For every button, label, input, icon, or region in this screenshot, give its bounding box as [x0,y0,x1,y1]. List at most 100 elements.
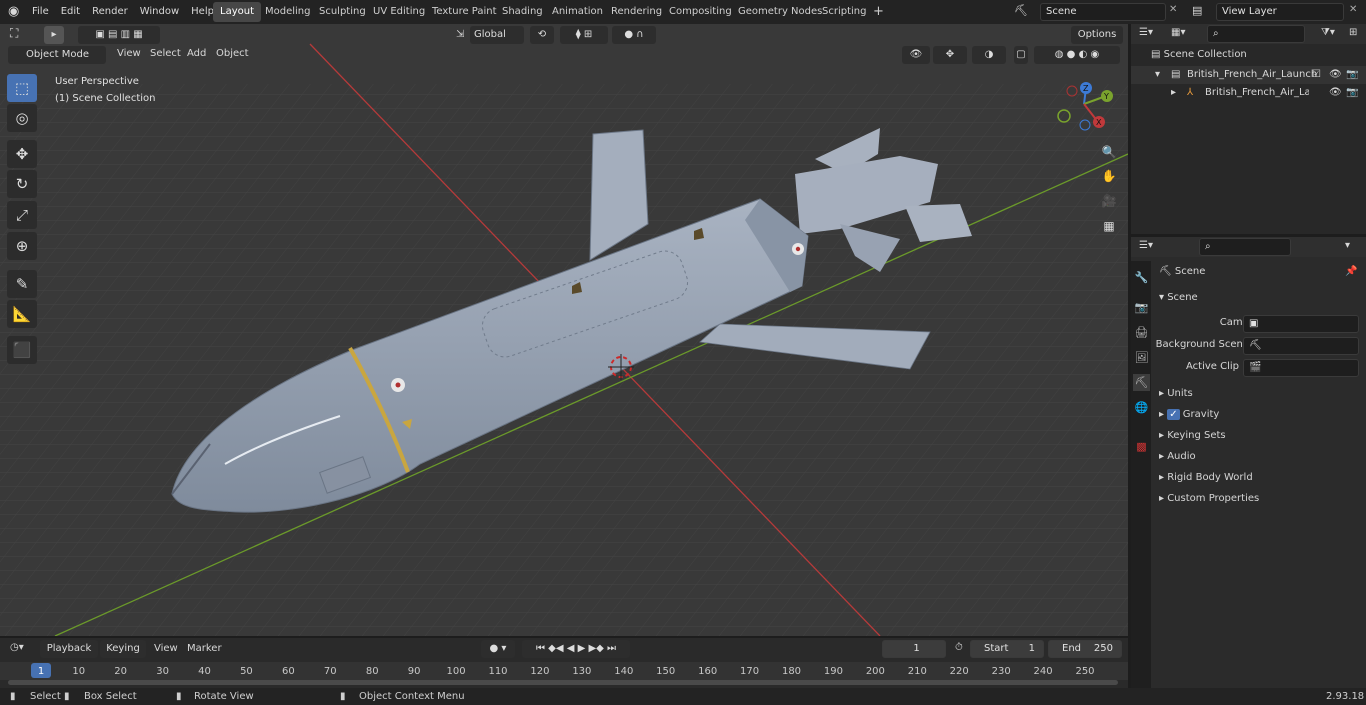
camera-icon[interactable]: 📷 [1346,69,1358,80]
tab-rendering[interactable]: Rendering [604,2,669,22]
proportional-edit-toggle[interactable]: ● ∩ [612,26,656,44]
scale-tool[interactable]: ⤢ [7,201,37,229]
menu-render[interactable]: Render [86,1,134,23]
display-mode-icon[interactable]: ▦▾ [1171,27,1185,38]
scene-section-header[interactable]: ▾ Scene [1159,292,1198,303]
editor-type-icon[interactable]: ◷▾ [10,642,24,653]
view-layer-tab-icon[interactable]: 🖼 [1133,349,1150,366]
stopwatch-icon[interactable]: ⏱ [955,642,963,653]
timeline-scrollbar[interactable] [8,680,1118,685]
editor-type-icon[interactable]: ☰▾ [1139,27,1153,38]
new-collection-icon[interactable]: ⊞ [1349,27,1357,38]
panel-keying-sets[interactable]: ▸ Keying Sets [1159,427,1226,445]
navigation-gizmo[interactable]: Z Y X [1054,80,1120,136]
pin-icon[interactable]: 📌 [1345,266,1357,277]
scene-collection-row[interactable]: ▤ Scene Collection [1151,49,1247,60]
zoom-icon[interactable]: 🔍 [1098,141,1120,163]
tab-animation[interactable]: Animation [545,2,610,22]
camera-view-icon[interactable]: 🎥 [1098,190,1120,212]
tab-scripting[interactable]: Scripting [815,2,873,22]
scene-icon[interactable]: ⛏ [1014,4,1028,17]
outliner-search-input[interactable]: ⌕ [1207,25,1305,43]
panel-audio[interactable]: ▸ Audio [1159,448,1196,466]
tab-compositing[interactable]: Compositing [662,2,739,22]
menu-file[interactable]: File [26,1,55,23]
checkbox-icon[interactable]: ☑ [1312,69,1321,80]
panel-units[interactable]: ▸ Units [1159,385,1193,403]
chevron-down-icon[interactable]: ▾ [1345,240,1350,251]
menu-select[interactable]: Select [150,48,181,59]
eye-icon[interactable]: 👁 [1329,87,1342,98]
menu-window[interactable]: Window [134,1,185,23]
menu-view[interactable]: View [117,48,141,59]
orientation-dropdown[interactable]: Global [470,26,524,44]
editor-type-icon[interactable]: ⛶ [10,26,18,41]
expand-arrow-icon[interactable]: ▾ [1155,69,1160,80]
playback-menu[interactable]: Playback [40,640,98,658]
end-frame-field[interactable]: End 250 [1048,640,1122,658]
cursor-tool[interactable]: ◎ [7,104,37,132]
options-dropdown[interactable]: Options [1071,26,1123,44]
active-clip-field[interactable]: 🎬 [1243,359,1359,377]
add-workspace-button[interactable]: + [866,2,891,22]
timeline-view-menu[interactable]: View [154,643,178,654]
blender-logo-icon[interactable]: ◉ [8,4,19,19]
tab-shading[interactable]: Shading [495,2,550,22]
outliner-row[interactable]: ▸ ⅄ British_French_Air_Launc 👁 📷 [1131,84,1366,102]
tab-modeling[interactable]: Modeling [258,2,318,22]
output-tab-icon[interactable]: 🖨 [1133,324,1150,341]
eye-icon[interactable]: 👁 [1329,69,1342,80]
tool-tab-icon[interactable]: 🔧 [1133,269,1150,286]
outliner-row[interactable]: ▾ ▤ British_French_Air_Launched_ ☑ 👁 📷 [1131,66,1366,84]
annotate-tool[interactable]: ✎ [7,270,37,298]
scene-tab-icon[interactable]: ⛏ [1133,374,1150,391]
menu-edit[interactable]: Edit [55,1,86,23]
xray-toggle-icon[interactable]: ▢ [1014,46,1028,64]
measure-tool[interactable]: 📐 [7,300,37,328]
selection-mode-buttons[interactable]: ▣ ▤ ▥ ▦ [78,26,160,44]
select-tool-icon[interactable]: ▸ [44,26,64,44]
transform-tool[interactable]: ⊕ [7,232,37,260]
add-cube-tool[interactable]: ⬛ [7,336,37,364]
start-frame-field[interactable]: Start 1 [970,640,1044,658]
move-tool[interactable]: ✥ [7,140,37,168]
keying-menu[interactable]: Keying [100,640,146,658]
snap-toggle[interactable]: ⧫ ⊞ [560,26,608,44]
pivot-icon[interactable]: ⟲ [530,26,554,44]
gravity-checkbox[interactable]: ✓ [1167,409,1180,420]
panel-rigid-body-world[interactable]: ▸ Rigid Body World [1159,469,1253,487]
camera-field[interactable]: ▣ [1243,315,1359,333]
tab-uv-editing[interactable]: UV Editing [366,2,432,22]
menu-object[interactable]: Object [216,48,249,59]
visibility-icon[interactable]: 👁 [902,46,930,64]
playback-controls[interactable]: ⏮ ◆◀ ◀ ▶ ▶◆ ⏭ [522,640,630,658]
world-tab-icon[interactable]: 🌐 [1133,399,1150,416]
panel-gravity[interactable]: ▸ ✓ Gravity [1159,406,1219,424]
camera-icon[interactable]: 📷 [1346,87,1358,98]
timeline-marker-menu[interactable]: Marker [187,643,222,654]
close-icon[interactable]: ✕ [1349,4,1357,15]
view-layer-field[interactable]: View Layer [1216,3,1344,21]
3d-viewport[interactable]: ⛶ ▸ ▣ ▤ ▥ ▦ ⇲ Global ⟲ ⧫ ⊞ ● ∩ Options O… [0,24,1128,636]
overlay-toggle-icon[interactable]: ◑ [972,46,1006,64]
shading-mode-buttons[interactable]: ◍ ● ◐ ◉ [1034,46,1120,64]
properties-search-input[interactable]: ⌕ [1199,238,1291,256]
render-tab-icon[interactable]: 📷 [1133,299,1150,316]
tab-texture-paint[interactable]: Texture Paint [425,2,504,22]
close-icon[interactable]: ✕ [1169,4,1177,15]
current-frame-field[interactable]: 1 [882,640,946,658]
pan-hand-icon[interactable]: ✋ [1098,165,1120,187]
record-button[interactable]: ● ▾ [481,640,515,658]
expand-arrow-icon[interactable]: ▸ [1171,87,1176,98]
scene-name-field[interactable]: Scene [1040,3,1166,21]
editor-type-icon[interactable]: ☰▾ [1139,240,1153,251]
tab-sculpting[interactable]: Sculpting [312,2,373,22]
gizmo-toggle-icon[interactable]: ✥ [933,46,967,64]
transform-orientation-icon[interactable]: ⇲ [456,29,464,40]
tab-layout[interactable]: Layout [213,2,261,22]
panel-custom-properties[interactable]: ▸ Custom Properties [1159,490,1259,508]
texture-tab-icon[interactable]: ▩ [1133,438,1150,455]
filter-icon[interactable]: ⧩▾ [1321,27,1335,38]
view-layer-icon[interactable]: ▤ [1192,4,1202,17]
select-box-tool[interactable]: ⬚ [7,74,37,102]
